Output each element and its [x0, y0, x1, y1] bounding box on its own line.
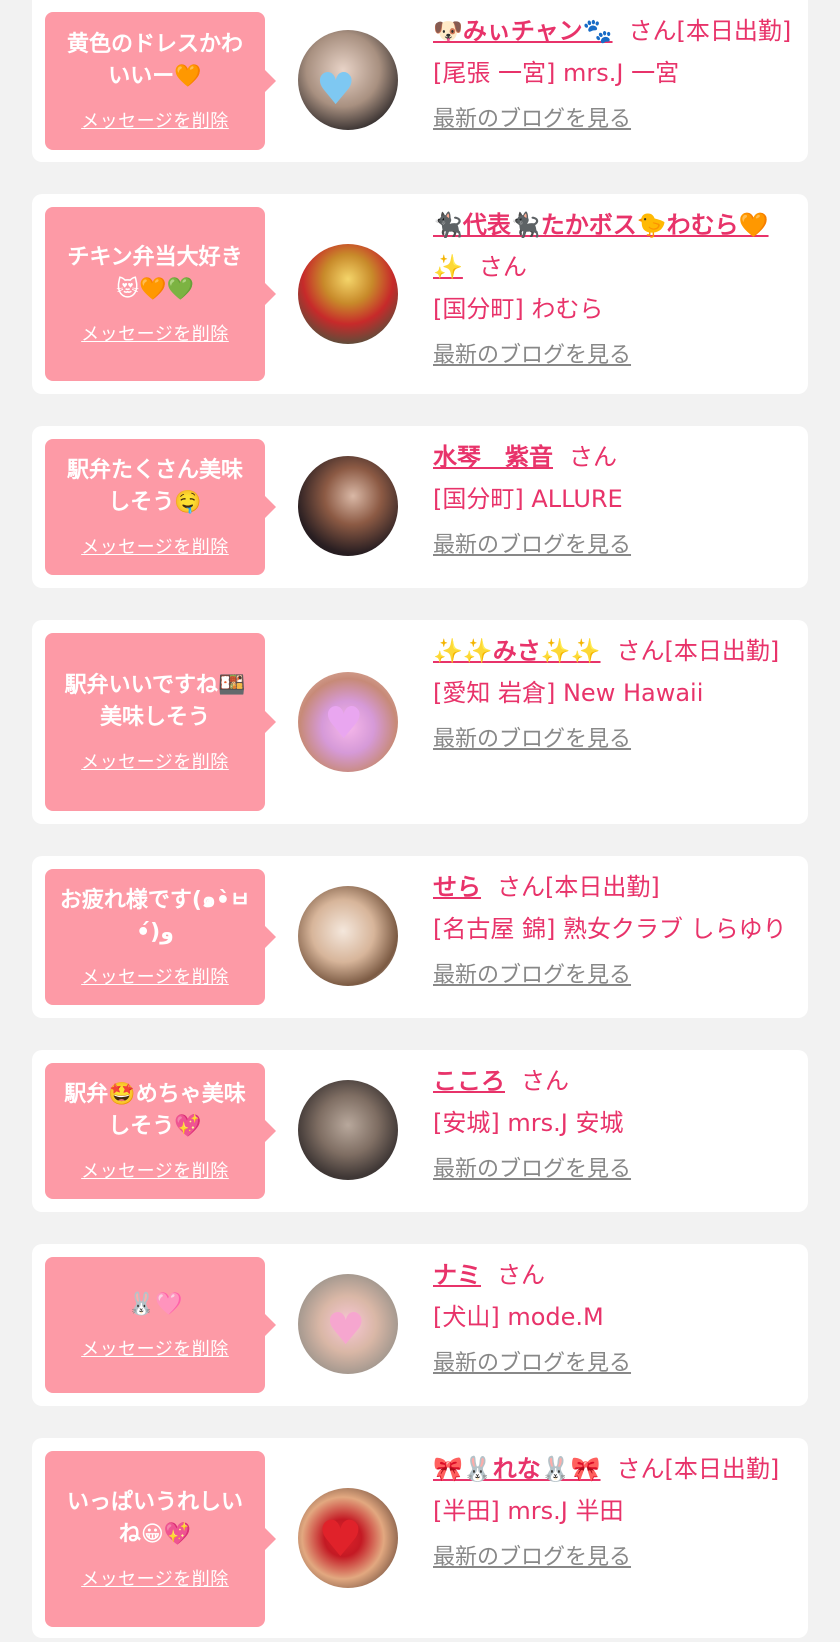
blog-link[interactable]: 最新のブログを見る: [433, 1152, 796, 1188]
sender-info: 🐶みぃチャン🐾 さん[本日出勤] [尾張 一宮] mrs.J 一宮 最新のブログを…: [433, 10, 796, 138]
message-card: 駅弁🤩めちゃ美味しそう💖 メッセージを削除 こころ さん [安城] mrs.J 安…: [32, 1050, 808, 1212]
message-text: 黄色のドレスかわいいー🧡: [66, 32, 243, 89]
sender-line: 🐈‍⬛代表🐈‍⬛たかボス🐤わむら🧡✨ さん: [433, 204, 796, 288]
shop-label: [国分町] わむら: [433, 295, 604, 323]
blog-link[interactable]: 最新のブログを見る: [433, 722, 796, 758]
purple-heart-sticker: ♥: [324, 698, 364, 749]
delete-message-link[interactable]: メッセージを削除: [81, 1565, 229, 1591]
sender-name-link[interactable]: こころ: [433, 1067, 505, 1095]
delete-message-link[interactable]: メッセージを削除: [81, 1157, 229, 1183]
sender-name-link[interactable]: せら: [433, 873, 481, 901]
message-text: いっぱいうれしいね😀💖: [66, 1490, 243, 1547]
san-label: さん: [521, 1067, 569, 1095]
sender-info: せら さん[本日出勤] [名古屋 錦] 熟女クラブ しらゆり 最新のブログを見る: [433, 866, 796, 994]
delete-message-link[interactable]: メッセージを削除: [81, 320, 229, 346]
sender-name-link[interactable]: ✨✨みさ✨✨: [433, 637, 601, 665]
san-label: さん: [497, 873, 545, 901]
message-card: いっぱいうれしいね😀💖 メッセージを削除 ♥ 🎀🐰れな🐰🎀 さん[本日出勤] [半…: [32, 1438, 808, 1638]
status-label: [本日出勤]: [664, 637, 780, 665]
san-label: さん: [497, 1261, 545, 1289]
red-heart-sticker: ♥: [318, 1510, 363, 1568]
message-card: 🐰🩷 メッセージを削除 ♥ ナミ さん [犬山] mode.M 最新のブログを見る: [32, 1244, 808, 1406]
blog-link[interactable]: 最新のブログを見る: [433, 102, 796, 138]
sender-info: ✨✨みさ✨✨ さん[本日出勤] [愛知 岩倉] New Hawaii 最新のブログ…: [433, 630, 796, 758]
message-card: お疲れ様です(๑•̀ㅂ•́)و メッセージを削除 せら さん[本日出勤] [名古屋…: [32, 856, 808, 1018]
sender-line: ✨✨みさ✨✨ さん[本日出勤]: [433, 630, 796, 672]
sender-info: 🎀🐰れな🐰🎀 さん[本日出勤] [半田] mrs.J 半田 最新のブログを見る: [433, 1448, 796, 1576]
message-bubble: お疲れ様です(๑•̀ㅂ•́)و メッセージを削除: [45, 869, 276, 1005]
blog-link[interactable]: 最新のブログを見る: [433, 338, 796, 374]
message-bubble: 駅弁たくさん美味しそう🤤 メッセージを削除: [45, 439, 276, 575]
delete-message-link[interactable]: メッセージを削除: [81, 963, 229, 989]
avatar[interactable]: [298, 456, 398, 556]
delete-message-link[interactable]: メッセージを削除: [81, 107, 229, 133]
message-text: 🐰🩷: [127, 1292, 183, 1317]
status-label: [本日出勤]: [545, 873, 660, 901]
sender-info: 🐈‍⬛代表🐈‍⬛たかボス🐤わむら🧡✨ さん [国分町] わむら 最新のブログを見る: [433, 204, 796, 374]
delete-message-link[interactable]: メッセージを削除: [81, 1335, 229, 1361]
message-text: 駅弁たくさん美味しそう🤤: [66, 458, 243, 515]
shop-label: [安城] mrs.J 安城: [433, 1109, 624, 1137]
shop-label: [国分町] ALLURE: [433, 485, 623, 513]
avatar[interactable]: ♥: [298, 672, 398, 772]
sender-line: ナミ さん: [433, 1254, 796, 1296]
avatar[interactable]: ♥: [298, 1488, 398, 1588]
san-label: さん: [569, 443, 617, 471]
pink-heart-sticker: ♥: [326, 1304, 366, 1355]
sender-line: こころ さん: [433, 1060, 796, 1102]
blog-link[interactable]: 最新のブログを見る: [433, 958, 796, 994]
avatar[interactable]: [298, 244, 398, 344]
san-label: さん: [628, 17, 677, 45]
sender-line: 🎀🐰れな🐰🎀 さん[本日出勤]: [433, 1448, 796, 1490]
blog-link[interactable]: 最新のブログを見る: [433, 1346, 796, 1382]
shop-label: [名古屋 錦] 熟女クラブ しらゆり: [433, 915, 787, 943]
message-text: お疲れ様です(๑•̀ㅂ•́)و: [59, 888, 251, 945]
shop-label: [犬山] mode.M: [433, 1303, 604, 1331]
blue-heart-sticker: ♥: [316, 64, 356, 115]
message-card: 黄色のドレスかわいいー🧡 メッセージを削除 ♥ 🐶みぃチャン🐾 さん[本日出勤] …: [32, 0, 808, 162]
avatar[interactable]: [298, 1080, 398, 1180]
message-card: 駅弁いいですね🍱美味しそう メッセージを削除 ♥ ✨✨みさ✨✨ さん[本日出勤] …: [32, 620, 808, 824]
delete-message-link[interactable]: メッセージを削除: [81, 533, 229, 559]
san-label: さん: [616, 637, 665, 665]
message-bubble: 黄色のドレスかわいいー🧡 メッセージを削除: [45, 12, 276, 150]
sender-name-link[interactable]: ナミ: [433, 1261, 481, 1289]
san-label: さん: [616, 1455, 665, 1483]
avatar[interactable]: [298, 886, 398, 986]
delete-message-link[interactable]: メッセージを削除: [81, 748, 229, 774]
blog-link[interactable]: 最新のブログを見る: [433, 528, 796, 564]
sender-info: ナミ さん [犬山] mode.M 最新のブログを見る: [433, 1254, 796, 1382]
avatar[interactable]: ♥: [298, 30, 398, 130]
message-bubble: チキン弁当大好き😻🧡💚 メッセージを削除: [45, 207, 276, 381]
sender-name-link[interactable]: 🎀🐰れな🐰🎀: [433, 1455, 601, 1483]
message-text: チキン弁当大好き😻🧡💚: [67, 245, 243, 302]
status-label: [本日出勤]: [664, 1455, 780, 1483]
sender-name-link[interactable]: 🐶みぃチャン🐾: [433, 17, 613, 45]
shop-label: [半田] mrs.J 半田: [433, 1497, 624, 1525]
status-label: [本日出勤]: [676, 17, 792, 45]
shop-label: [愛知 岩倉] New Hawaii: [433, 679, 704, 707]
sender-name-link[interactable]: 水琴 紫音: [433, 443, 553, 471]
message-text: 駅弁🤩めちゃ美味しそう💖: [64, 1082, 246, 1139]
message-card: チキン弁当大好き😻🧡💚 メッセージを削除 🐈‍⬛代表🐈‍⬛たかボス🐤わむら🧡✨ さ…: [32, 194, 808, 394]
message-bubble: 駅弁いいですね🍱美味しそう メッセージを削除: [45, 633, 276, 811]
blog-link[interactable]: 最新のブログを見る: [433, 1540, 796, 1576]
sender-line: 水琴 紫音 さん: [433, 436, 796, 478]
avatar[interactable]: ♥: [298, 1274, 398, 1374]
shop-label: [尾張 一宮] mrs.J 一宮: [433, 59, 680, 87]
sender-info: 水琴 紫音 さん [国分町] ALLURE 最新のブログを見る: [433, 436, 796, 564]
san-label: さん: [478, 253, 527, 281]
sender-info: こころ さん [安城] mrs.J 安城 最新のブログを見る: [433, 1060, 796, 1188]
message-list: 黄色のドレスかわいいー🧡 メッセージを削除 ♥ 🐶みぃチャン🐾 さん[本日出勤] …: [32, 0, 808, 1642]
message-bubble: 🐰🩷 メッセージを削除: [45, 1257, 276, 1393]
sender-line: 🐶みぃチャン🐾 さん[本日出勤]: [433, 10, 796, 52]
message-bubble: 駅弁🤩めちゃ美味しそう💖 メッセージを削除: [45, 1063, 276, 1199]
message-card: 駅弁たくさん美味しそう🤤 メッセージを削除 水琴 紫音 さん [国分町] ALLU…: [32, 426, 808, 588]
message-bubble: いっぱいうれしいね😀💖 メッセージを削除: [45, 1451, 276, 1627]
message-text: 駅弁いいですね🍱美味しそう: [64, 673, 246, 730]
sender-line: せら さん[本日出勤]: [433, 866, 796, 908]
